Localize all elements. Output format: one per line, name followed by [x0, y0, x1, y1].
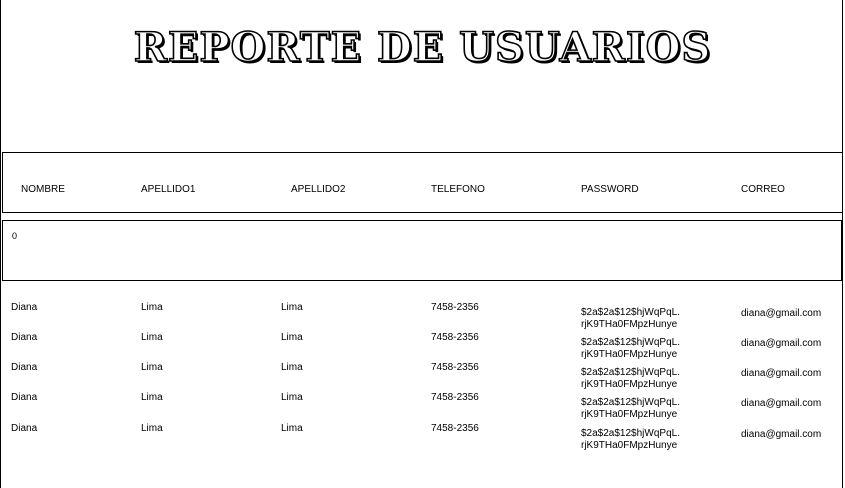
cell-apellido1: Lima	[141, 362, 163, 373]
password-line-2: rjK9THa0FMpzHunye	[581, 440, 678, 451]
cell-apellido2: Lima	[281, 392, 303, 403]
cell-nombre: Diana	[11, 423, 38, 434]
cell-nombre: Diana	[11, 392, 38, 403]
cell-nombre: Diana	[11, 332, 38, 343]
summary-total: 0	[12, 231, 18, 241]
cell-password: $2a$2a$12$hjWqPqL. rjK9THa0FMpzHunye	[581, 367, 680, 391]
column-header-correo: CORREO	[741, 184, 785, 195]
cell-correo: diana@gmail.com	[741, 308, 822, 319]
cell-correo: diana@gmail.com	[741, 398, 822, 409]
cell-telefono: 7458-2356	[431, 423, 479, 434]
cell-apellido2: Lima	[281, 302, 303, 313]
table-row: Diana Lima Lima 7458-2356 diana@gmail.com $2a…	[0, 423, 845, 453]
cell-telefono: 7458-2356	[431, 392, 479, 403]
column-header-password: PASSWORD	[581, 184, 639, 195]
cell-apellido2: Lima	[281, 362, 303, 373]
password-line-1: $2a$2a$12$hjWqPqL.	[581, 367, 680, 378]
summary-band: 0	[2, 220, 842, 281]
cell-telefono: 7458-2356	[431, 302, 479, 313]
cell-apellido1: Lima	[141, 423, 163, 434]
password-line-1: $2a$2a$12$hjWqPqL.	[581, 337, 680, 348]
cell-correo: diana@gmail.com	[741, 368, 822, 379]
password-line-1: $2a$2a$12$hjWqPqL.	[581, 307, 680, 318]
cell-apellido1: Lima	[141, 302, 163, 313]
column-header-apellido1: APELLIDO1	[141, 184, 196, 195]
table-row: Diana Lima Lima 7458-2356 diana@gmail.com $2a…	[0, 302, 845, 332]
cell-password: $2a$2a$12$hjWqPqL. rjK9THa0FMpzHunye	[581, 428, 680, 452]
report-title: REPORTE DE USUARIOS	[133, 23, 712, 72]
table-row: Diana Lima Lima 7458-2356 diana@gmail.com $2a…	[0, 392, 845, 422]
cell-password: $2a$2a$12$hjWqPqL. rjK9THa0FMpzHunye	[581, 307, 680, 331]
password-line-2: rjK9THa0FMpzHunye	[581, 349, 678, 360]
password-line-1: $2a$2a$12$hjWqPqL.	[581, 397, 680, 408]
column-header-apellido2: APELLIDO2	[291, 184, 346, 195]
cell-nombre: Diana	[11, 302, 38, 313]
cell-telefono: 7458-2356	[431, 362, 479, 373]
column-header-nombre: NOMBRE	[21, 184, 65, 195]
cell-correo: diana@gmail.com	[741, 429, 822, 440]
password-line-2: rjK9THa0FMpzHunye	[581, 319, 678, 330]
cell-nombre: Diana	[11, 362, 38, 373]
table-row: Diana Lima Lima 7458-2356 diana@gmail.com $2a…	[0, 362, 845, 392]
cell-password: $2a$2a$12$hjWqPqL. rjK9THa0FMpzHunye	[581, 397, 680, 421]
cell-apellido2: Lima	[281, 332, 303, 343]
password-line-2: rjK9THa0FMpzHunye	[581, 379, 678, 390]
column-header-band: NOMBRE APELLIDO1 APELLIDO2 TELEFONO PASS…	[2, 152, 843, 213]
cell-correo: diana@gmail.com	[741, 338, 822, 349]
cell-password: $2a$2a$12$hjWqPqL. rjK9THa0FMpzHunye	[581, 337, 680, 361]
password-line-1: $2a$2a$12$hjWqPqL.	[581, 428, 680, 439]
cell-telefono: 7458-2356	[431, 332, 479, 343]
table-row: Diana Lima Lima 7458-2356 diana@gmail.com $2a…	[0, 332, 845, 362]
password-line-2: rjK9THa0FMpzHunye	[581, 409, 678, 420]
cell-apellido1: Lima	[141, 332, 163, 343]
cell-apellido2: Lima	[281, 423, 303, 434]
column-header-telefono: TELEFONO	[431, 184, 485, 195]
cell-apellido1: Lima	[141, 392, 163, 403]
